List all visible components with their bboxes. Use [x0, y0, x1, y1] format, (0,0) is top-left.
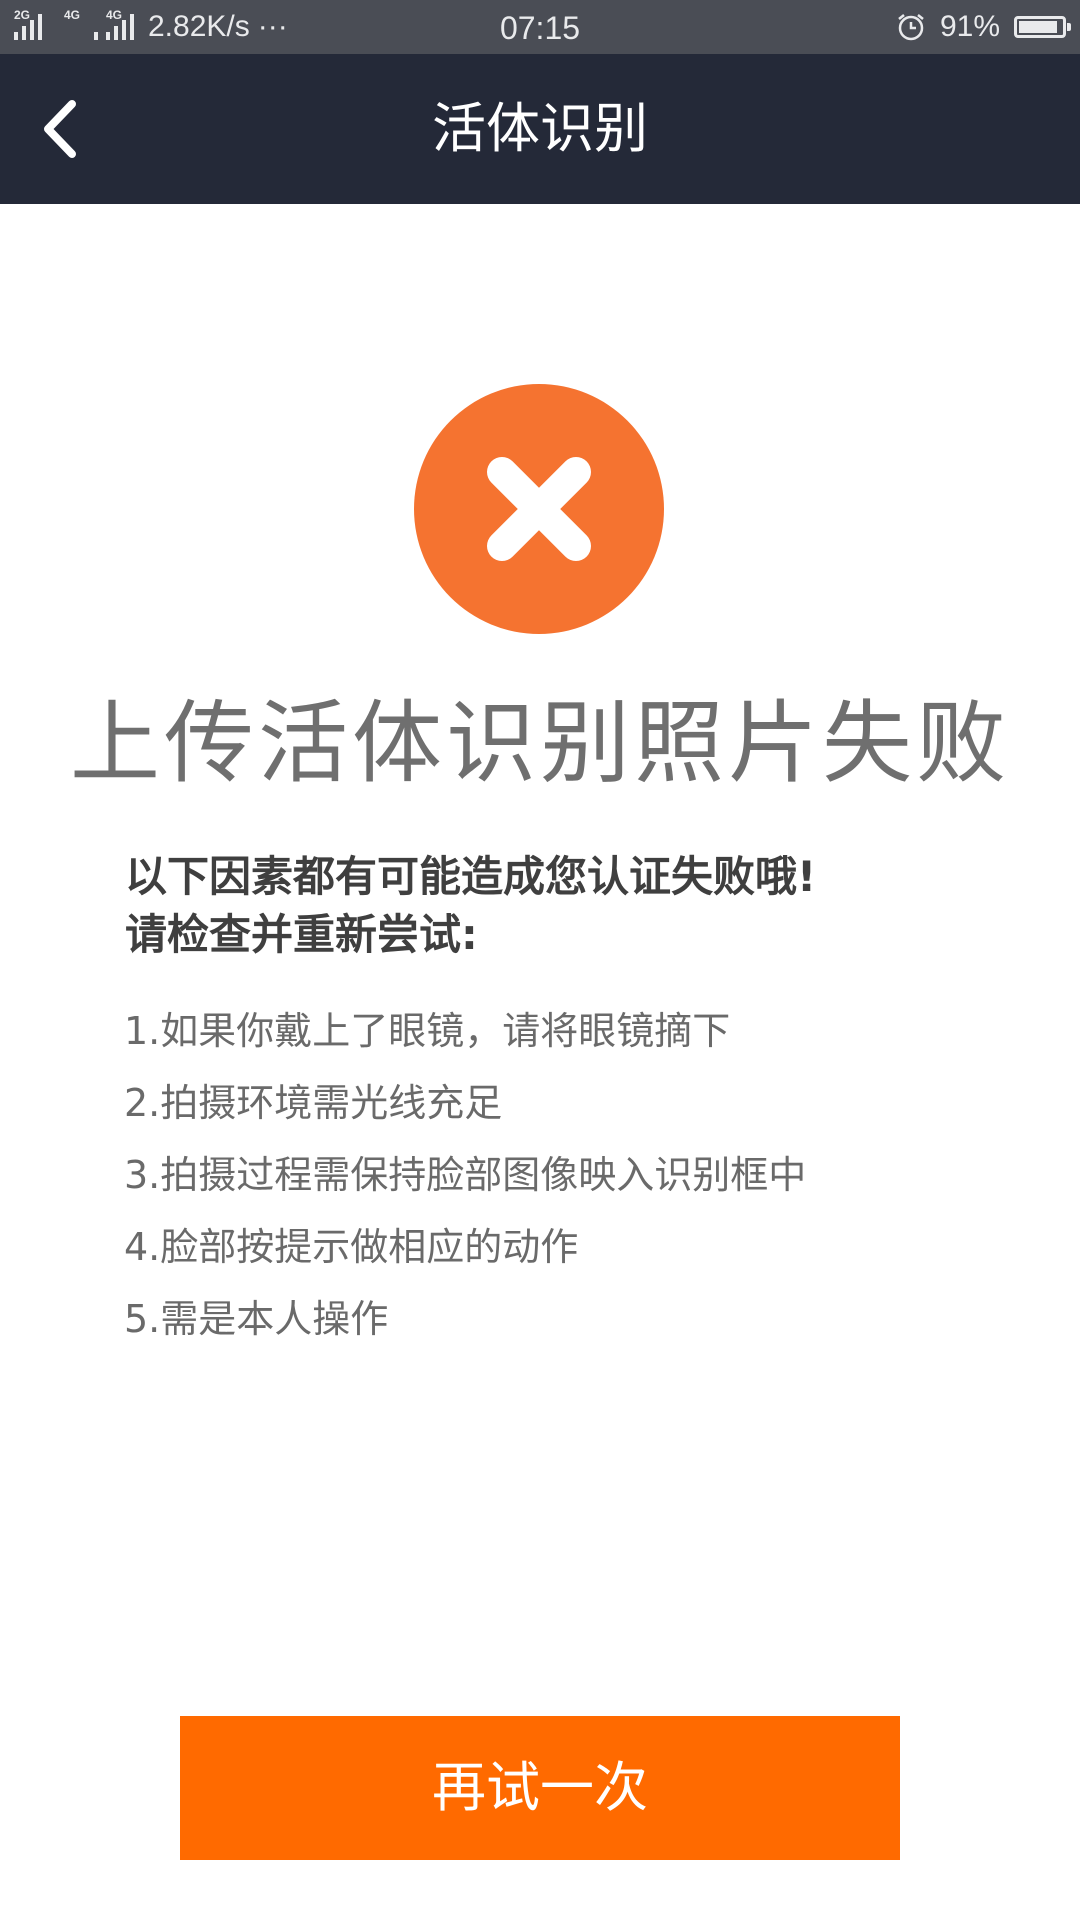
page-title: 活体识别 [432, 97, 648, 160]
reasons-header-line: 请检查并重新尝试: [125, 910, 478, 959]
retry-button[interactable]: 再试一次 [180, 1716, 900, 1860]
list-item: 5.需是本人操作 [124, 1297, 389, 1341]
reasons-list: 1.如果你戴上了眼镜，请将眼镜摘下 2.拍摄环境需光线充足 3.拍摄过程需保持脸… [124, 995, 1024, 1355]
close-icon [487, 457, 591, 561]
error-status-icon [414, 384, 664, 634]
reasons-header: 以下因素都有可能造成您认证失败哦! 请检查并重新尝试: [125, 848, 985, 964]
status-right: 91% [896, 0, 1071, 54]
list-item: 1.如果你戴上了眼镜，请将眼镜摘下 [124, 1009, 731, 1053]
list-item: 3.拍摄过程需保持脸部图像映入识别框中 [124, 1153, 807, 1197]
status-bar: 2G 4G 4G 2.82K/s ··· 07:15 91% [0, 0, 1080, 54]
battery-percent: 91% [939, 10, 1000, 43]
alarm-icon [898, 14, 924, 41]
list-item: 2.拍摄环境需光线充足 [124, 1081, 503, 1125]
list-item: 4.脸部按提示做相应的动作 [124, 1225, 579, 1269]
battery-icon [1014, 16, 1071, 38]
nav-bar: 活体识别 [0, 54, 1080, 204]
reasons-header-line: 以下因素都有可能造成您认证失败哦! [125, 852, 817, 901]
failure-message: 上传活体识别照片失败 [70, 691, 1010, 796]
